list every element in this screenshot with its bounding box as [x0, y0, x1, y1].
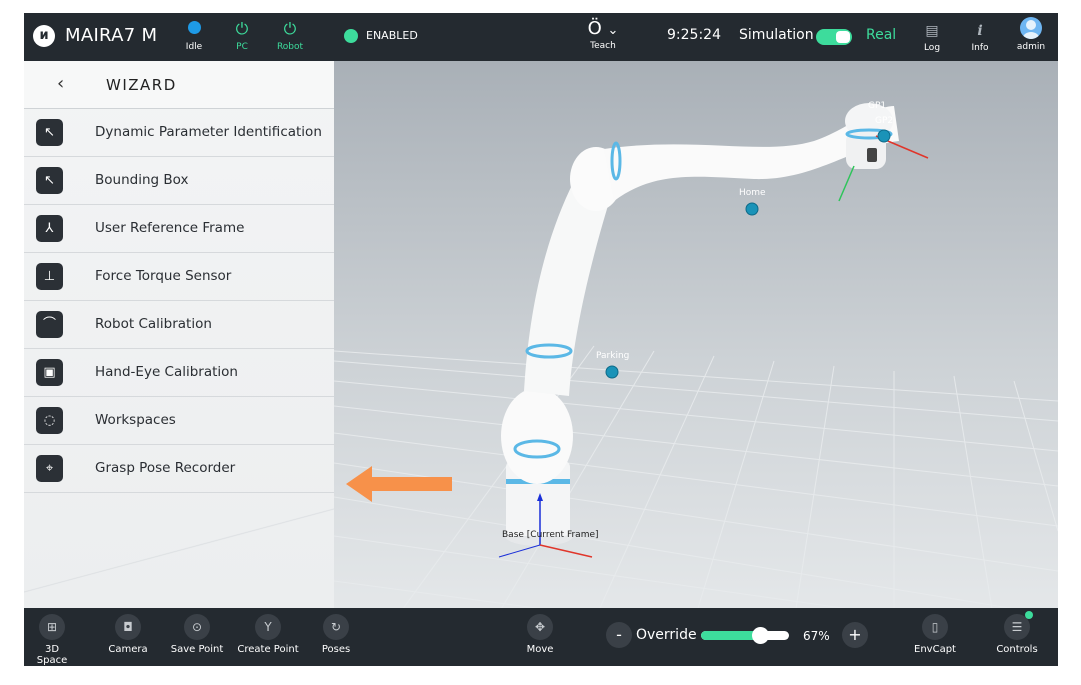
log-icon: ▤ — [925, 23, 939, 39]
camera-button[interactable]: ◘ Camera — [106, 614, 150, 655]
robot-arm-icon: ↖ — [36, 119, 63, 146]
wizard-item-hand-eye-calibration[interactable]: ▣ Hand-Eye Calibration — [24, 349, 334, 397]
wizard-item-workspaces[interactable]: ◌ Workspaces — [24, 397, 334, 445]
power-icon: ⏻ — [235, 19, 249, 38]
move-button[interactable]: ✥ Move — [518, 614, 562, 655]
frame-axes-icon: ⅄ — [36, 215, 63, 242]
envcapt-icon: ▯ — [922, 614, 948, 640]
wizard-item-dynamic-parameter-identification[interactable]: ↖ Dynamic Parameter Identification — [24, 109, 334, 157]
clock: 9:25:24 — [667, 27, 721, 43]
bottom-bar: ⊞ 3D Space ◘ Camera ⊙ Save Point Y Creat… — [24, 608, 1058, 666]
simulation-label: Simulation — [739, 27, 814, 43]
scene-graphics — [334, 103, 1058, 608]
wizard-panel: ‹ WIZARD ↖ Dynamic Parameter Identificat… — [24, 61, 334, 608]
point-label-home: Home — [739, 188, 766, 198]
move-icon: ✥ — [527, 614, 553, 640]
poses-button[interactable]: ↻ Poses — [314, 614, 358, 655]
log-button[interactable]: ▤ Log — [914, 19, 950, 53]
sensor-icon: ⊥ — [36, 263, 63, 290]
override-slider-knob[interactable] — [751, 627, 769, 644]
point-gp2[interactable] — [877, 129, 891, 143]
wizard-item-robot-calibration[interactable]: ⌒ Robot Calibration — [24, 301, 334, 349]
orange-arrow-icon — [346, 466, 452, 502]
override-plus-button[interactable]: + — [842, 622, 868, 648]
wizard-item-grasp-pose-recorder[interactable]: ⌖ Grasp Pose Recorder — [24, 445, 334, 493]
status-idle[interactable]: Idle — [172, 18, 216, 52]
wizard-title: WIZARD — [106, 76, 177, 94]
wizard-header: ‹ WIZARD — [24, 61, 334, 109]
info-icon: i — [977, 23, 983, 39]
enabled-dot-icon — [344, 29, 358, 43]
override-minus-button[interactable]: - — [606, 622, 632, 648]
wizard-item-user-reference-frame[interactable]: ⅄ User Reference Frame — [24, 205, 334, 253]
point-label-gp1: GP1 — [868, 101, 887, 111]
wizard-item-force-torque-sensor[interactable]: ⊥ Force Torque Sensor — [24, 253, 334, 301]
3d-viewport[interactable]: GP1 GP2 Home Parking Base [Current Frame… — [334, 61, 1058, 608]
point-parking[interactable] — [605, 365, 619, 379]
envcapt-button[interactable]: ▯ EnvCapt — [913, 614, 957, 655]
save-point-button[interactable]: ⊙ Save Point — [168, 614, 226, 655]
base-frame-label: Base [Current Frame] — [502, 530, 599, 540]
override-slider[interactable] — [701, 627, 789, 644]
user-button[interactable]: admin — [1013, 17, 1049, 52]
controls-status-dot — [1025, 611, 1033, 619]
base-y-axis — [498, 544, 541, 558]
real-label: Real — [866, 27, 897, 43]
avatar-icon — [1020, 17, 1042, 39]
camera-calibration-icon: ▣ — [36, 359, 63, 386]
3d-space-button[interactable]: ⊞ 3D Space — [30, 614, 74, 666]
base-x-axis — [539, 544, 593, 558]
status-pc[interactable]: ⏻ PC — [220, 18, 264, 52]
3d-space-icon: ⊞ — [39, 614, 65, 640]
teach-icon: Ö ⌄ — [587, 18, 619, 39]
point-label-parking: Parking — [596, 351, 630, 361]
override-value: 67% — [803, 629, 830, 643]
robot-arm-icon: ↖ — [36, 167, 63, 194]
enabled-status[interactable]: ENABLED — [344, 29, 418, 43]
logo-icon: ᴎ — [33, 25, 55, 47]
info-button[interactable]: i Info — [962, 19, 998, 53]
controls-icon: ☰ — [1004, 611, 1033, 640]
camera-icon: ◘ — [115, 614, 141, 640]
point-home[interactable] — [745, 202, 759, 216]
wizard-item-bounding-box[interactable]: ↖ Bounding Box — [24, 157, 334, 205]
power-icon: ⏻ — [283, 19, 297, 38]
calibration-icon: ⌒ — [36, 311, 63, 338]
controls-button[interactable]: ☰ Controls — [992, 611, 1042, 655]
top-bar: ᴎ MAIRA7 M Idle ⏻ PC ⏻ Robot ENABLED Ö ⌄… — [24, 13, 1058, 61]
back-chevron-icon[interactable]: ‹ — [57, 73, 64, 94]
override-label: Override — [636, 627, 697, 643]
robot-name: MAIRA7 M — [65, 25, 158, 46]
create-point-button[interactable]: Y Create Point — [235, 614, 301, 655]
wizard-empty-area — [24, 493, 334, 608]
status-robot[interactable]: ⏻ Robot — [268, 18, 312, 52]
simulation-real-toggle[interactable] — [816, 29, 852, 45]
status-dot-icon — [172, 18, 216, 40]
tcp-y-axis — [838, 165, 855, 202]
save-point-icon: ⊙ — [184, 614, 210, 640]
poses-icon: ↻ — [323, 614, 349, 640]
create-point-icon: Y — [255, 614, 281, 640]
point-label-gp2: GP2 — [875, 116, 894, 126]
app-window: ᴎ MAIRA7 M Idle ⏻ PC ⏻ Robot ENABLED Ö ⌄… — [24, 13, 1058, 666]
workspace-icon: ◌ — [36, 407, 63, 434]
grasp-pose-icon: ⌖ — [36, 455, 63, 482]
teach-mode-button[interactable]: Ö ⌄ Teach — [573, 17, 633, 51]
